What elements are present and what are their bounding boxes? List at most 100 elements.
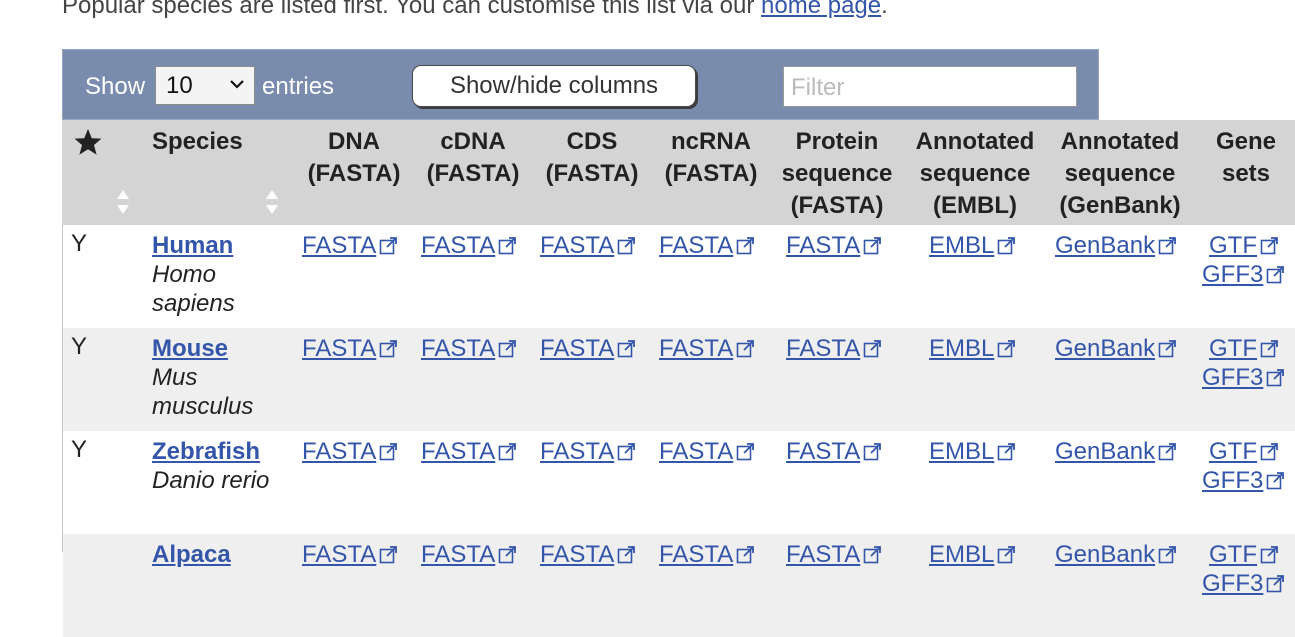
link-label: FASTA xyxy=(659,438,734,465)
dna-fasta-link[interactable]: FASTA xyxy=(302,540,398,569)
genbank-link[interactable]: GenBank xyxy=(1055,231,1177,260)
cdna-fasta-link[interactable]: FASTA xyxy=(421,334,517,363)
column-gene-sets-line1: Gene xyxy=(1215,128,1277,155)
link-label: GFF3 xyxy=(1202,467,1264,494)
gff3-link[interactable]: GFF3 xyxy=(1202,363,1285,392)
show-hide-columns-button[interactable]: Show/hide columns xyxy=(412,65,696,107)
species-common-name-link[interactable]: Alpaca xyxy=(152,540,231,569)
cds-fasta-link[interactable]: FASTA xyxy=(540,334,636,363)
gff3-link[interactable]: GFF3 xyxy=(1202,569,1285,598)
column-cdna-line2: (FASTA) xyxy=(426,160,520,187)
column-cds-line1: CDS xyxy=(566,128,618,155)
sort-icon[interactable] xyxy=(115,187,131,217)
link-label: FASTA xyxy=(659,335,734,362)
column-header-protein[interactable]: Protein sequence (FASTA) xyxy=(776,126,898,222)
external-link-icon xyxy=(1260,545,1279,564)
scientific-name-line2: sapiens xyxy=(152,290,235,317)
external-link-icon xyxy=(997,545,1016,564)
cdna-fasta-link[interactable]: FASTA xyxy=(421,231,517,260)
external-link-icon xyxy=(1266,574,1285,593)
gtf-link[interactable]: GTF xyxy=(1209,231,1279,260)
link-label: GTF xyxy=(1209,541,1257,568)
cdna-fasta-link[interactable]: FASTA xyxy=(421,540,517,569)
external-link-icon xyxy=(498,442,517,461)
external-link-icon xyxy=(379,236,398,255)
scientific-name-line2: musculus xyxy=(152,393,254,420)
ncrna-fasta-link[interactable]: FASTA xyxy=(659,231,755,260)
link-label: FASTA xyxy=(421,335,496,362)
gff3-link[interactable]: GFF3 xyxy=(1202,260,1285,289)
link-label: GenBank xyxy=(1055,541,1156,568)
ncrna-fasta-link[interactable]: FASTA xyxy=(659,437,755,466)
cds-fasta-link[interactable]: FASTA xyxy=(540,437,636,466)
protein-fasta-link[interactable]: FASTA xyxy=(786,334,882,363)
external-link-icon xyxy=(863,236,882,255)
link-label: FASTA xyxy=(659,232,734,259)
dna-fasta-link[interactable]: FASTA xyxy=(302,334,398,363)
column-dna-line2: (FASTA) xyxy=(307,160,401,187)
page-size-select[interactable]: 10 xyxy=(155,66,255,105)
column-protein-line1: Protein xyxy=(795,128,879,155)
cds-fasta-link[interactable]: FASTA xyxy=(540,540,636,569)
cds-fasta-link[interactable]: FASTA xyxy=(540,231,636,260)
gff3-link[interactable]: GFF3 xyxy=(1202,466,1285,495)
link-label: GFF3 xyxy=(1202,364,1264,391)
column-species-label: Species xyxy=(152,128,243,155)
embl-link[interactable]: EMBL xyxy=(929,540,1016,569)
link-label: FASTA xyxy=(540,541,615,568)
genbank-link[interactable]: GenBank xyxy=(1055,334,1177,363)
embl-link[interactable]: EMBL xyxy=(929,231,1016,260)
scientific-name-line1: Mus xyxy=(152,364,198,391)
column-protein-line2: sequence xyxy=(781,160,893,187)
external-link-icon xyxy=(1266,471,1285,490)
table-row: Y Human Homo sapiens FASTA FASTA FASTA FASTA FAS… xyxy=(63,225,1295,328)
dna-fasta-link[interactable]: FASTA xyxy=(302,231,398,260)
column-header-cdna[interactable]: cDNA (FASTA) xyxy=(421,126,525,190)
external-link-icon xyxy=(997,339,1016,358)
genbank-link[interactable]: GenBank xyxy=(1055,437,1177,466)
home-page-link[interactable]: home page xyxy=(761,0,881,19)
external-link-icon xyxy=(736,545,755,564)
species-common-name-link[interactable]: Mouse xyxy=(152,334,228,363)
link-label: FASTA xyxy=(302,232,377,259)
star-icon[interactable] xyxy=(73,127,103,157)
ncrna-fasta-link[interactable]: FASTA xyxy=(659,540,755,569)
column-header-embl[interactable]: Annotated sequence (EMBL) xyxy=(910,126,1040,222)
external-link-icon xyxy=(498,339,517,358)
column-header-cds[interactable]: CDS (FASTA) xyxy=(540,126,644,190)
protein-fasta-link[interactable]: FASTA xyxy=(786,540,882,569)
column-genbank-line1: Annotated xyxy=(1060,128,1180,155)
ncrna-fasta-link[interactable]: FASTA xyxy=(659,334,755,363)
column-header-gene-sets[interactable]: Gene sets xyxy=(1204,126,1288,190)
filter-input[interactable]: Filter xyxy=(783,66,1077,107)
external-link-icon xyxy=(1266,368,1285,387)
species-common-name-link[interactable]: Human xyxy=(152,231,233,260)
column-header-species[interactable]: Species xyxy=(152,126,243,158)
external-link-icon xyxy=(1260,236,1279,255)
species-scientific-name: Homo sapiens xyxy=(152,260,292,318)
dna-fasta-link[interactable]: FASTA xyxy=(302,437,398,466)
protein-fasta-link[interactable]: FASTA xyxy=(786,437,882,466)
external-link-icon xyxy=(1158,442,1177,461)
sort-icon[interactable] xyxy=(264,187,280,217)
external-link-icon xyxy=(736,236,755,255)
column-header-genbank[interactable]: Annotated sequence (GenBank) xyxy=(1052,126,1188,222)
embl-link[interactable]: EMBL xyxy=(929,334,1016,363)
column-header-ncrna[interactable]: ncRNA (FASTA) xyxy=(659,126,763,190)
gtf-link[interactable]: GTF xyxy=(1209,540,1279,569)
cdna-fasta-link[interactable]: FASTA xyxy=(421,437,517,466)
gtf-link[interactable]: GTF xyxy=(1209,437,1279,466)
column-protein-line3: (FASTA) xyxy=(790,192,884,219)
gtf-link[interactable]: GTF xyxy=(1209,334,1279,363)
protein-fasta-link[interactable]: FASTA xyxy=(786,231,882,260)
external-link-icon xyxy=(997,442,1016,461)
external-link-icon xyxy=(617,339,636,358)
embl-link[interactable]: EMBL xyxy=(929,437,1016,466)
scientific-name-line1: Danio rerio xyxy=(152,467,270,494)
species-common-name-link[interactable]: Zebrafish xyxy=(152,437,260,466)
link-label: FASTA xyxy=(786,335,861,362)
genbank-link[interactable]: GenBank xyxy=(1055,540,1177,569)
column-header-dna[interactable]: DNA (FASTA) xyxy=(302,126,406,190)
external-link-icon xyxy=(1260,442,1279,461)
table-header: Species DNA (FASTA) cDNA (FASTA) CDS (FA… xyxy=(62,120,1295,225)
